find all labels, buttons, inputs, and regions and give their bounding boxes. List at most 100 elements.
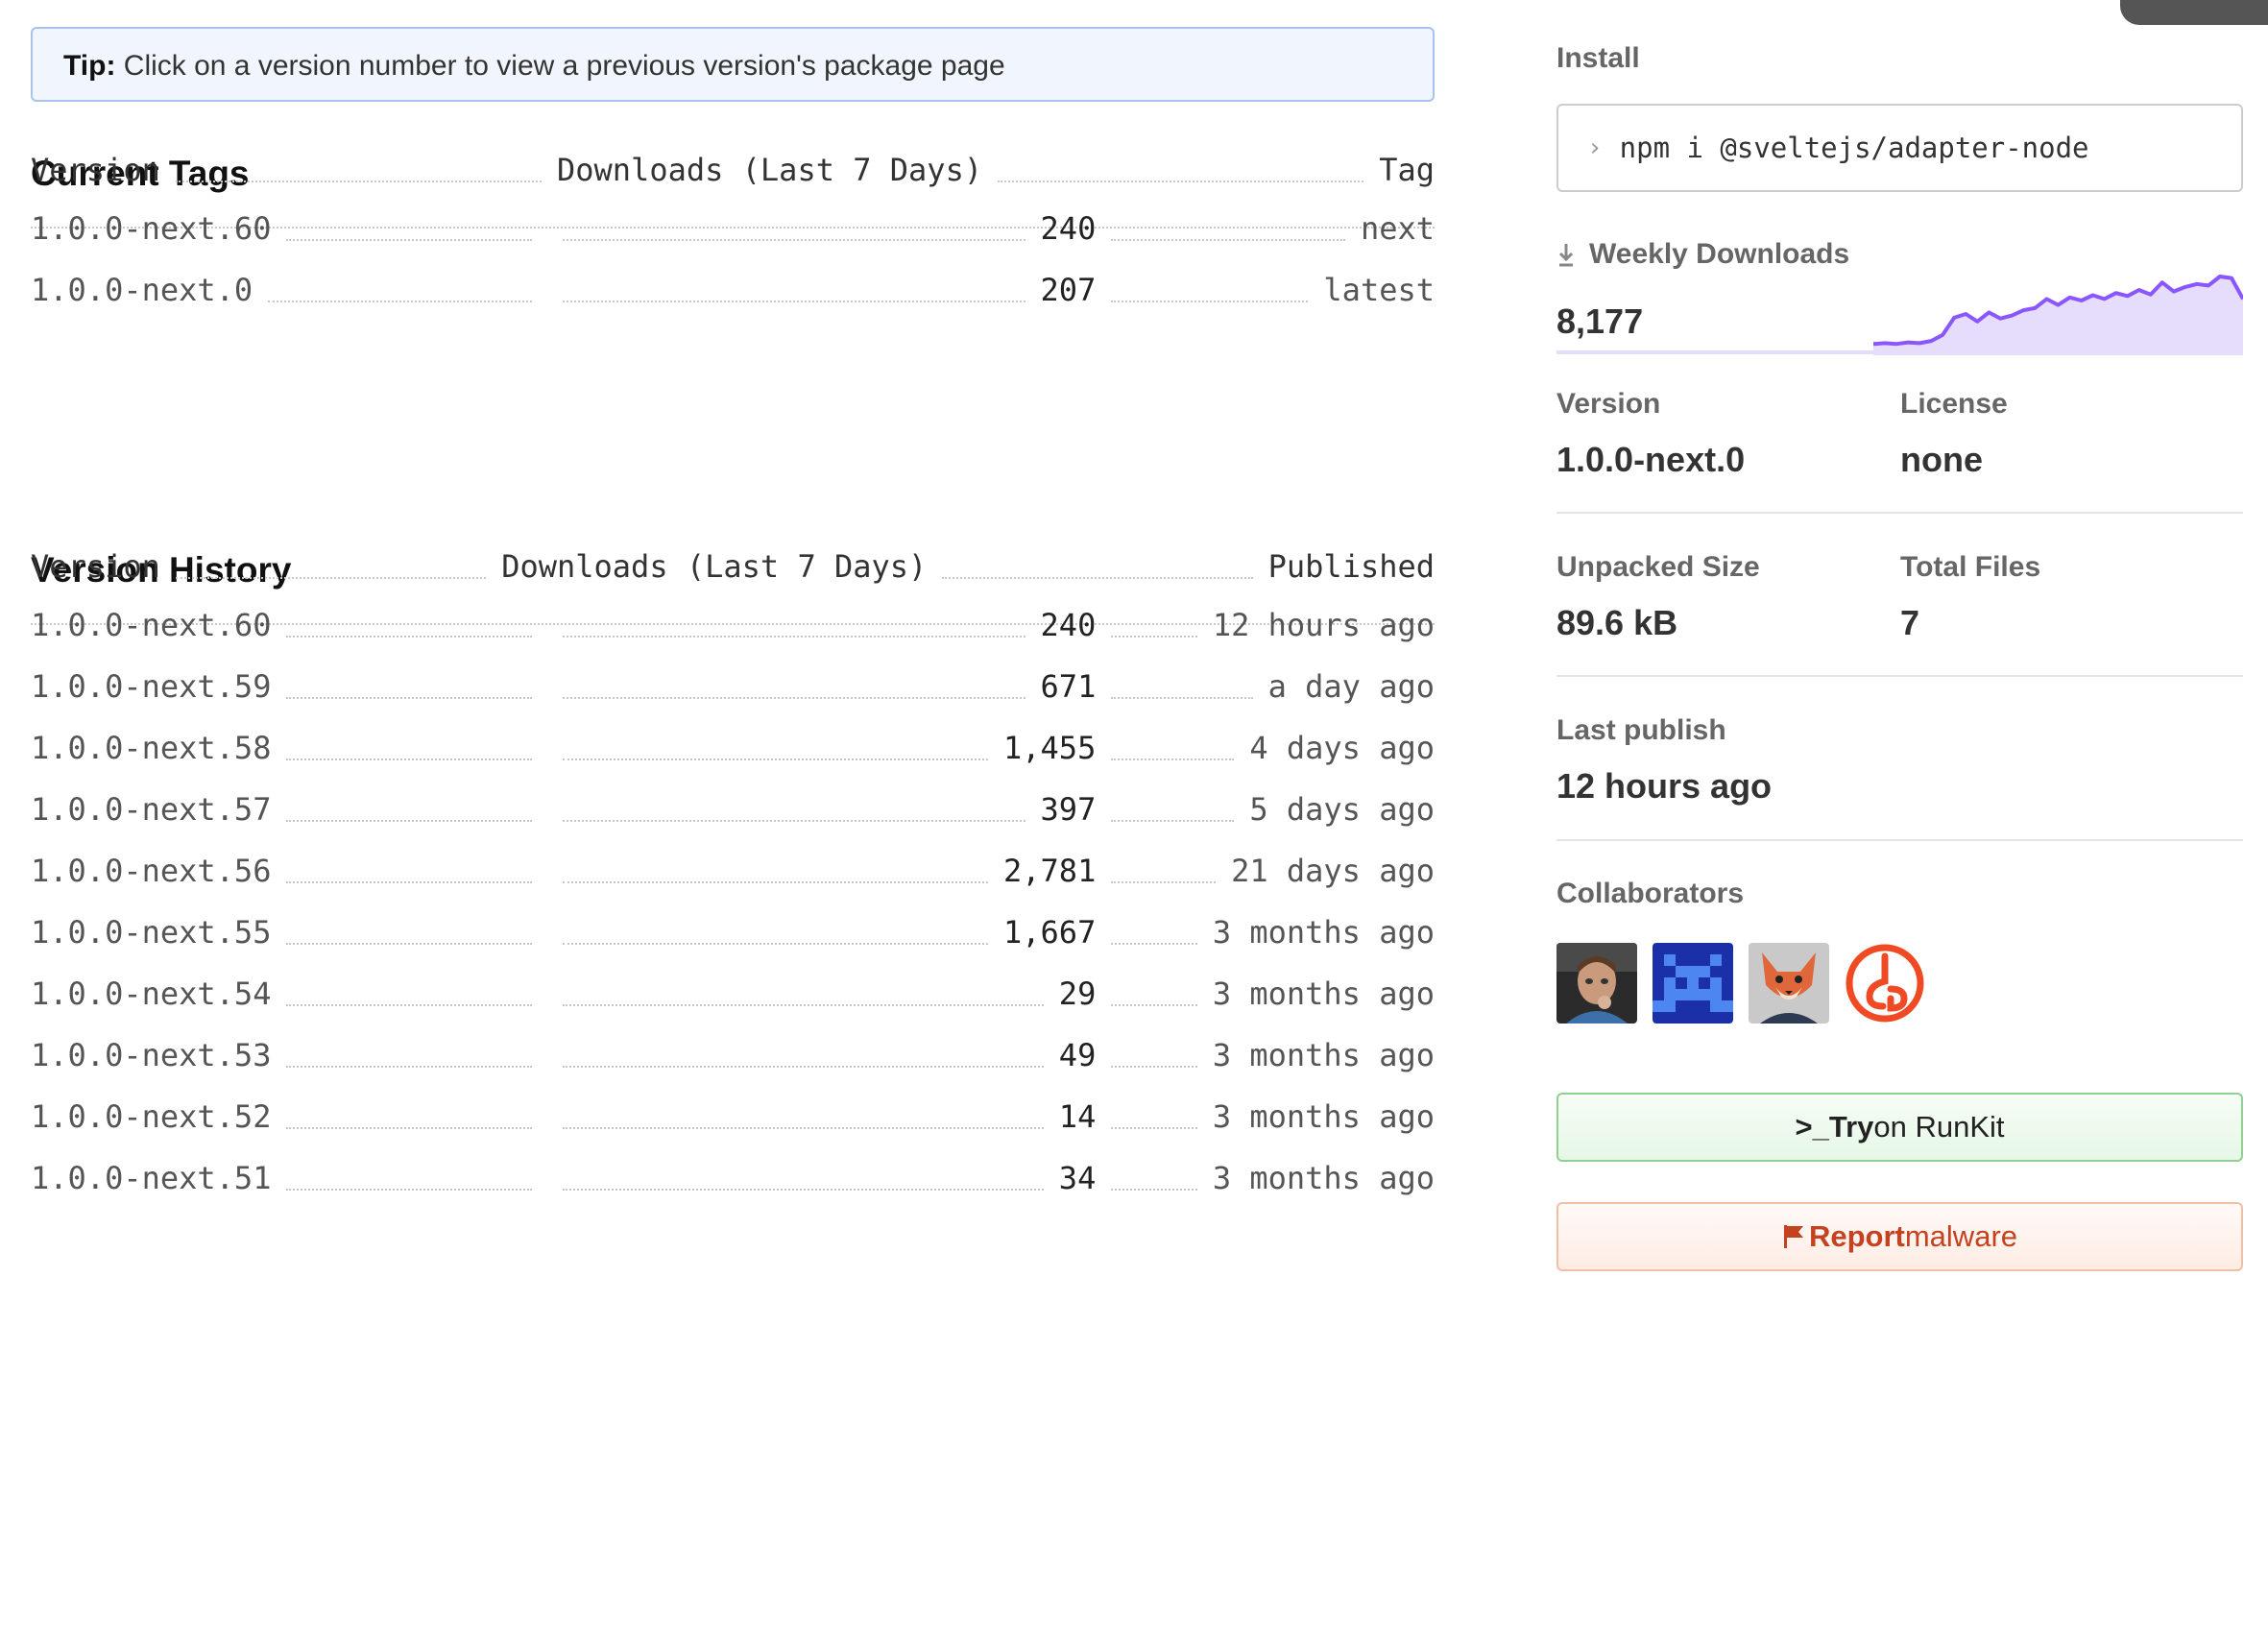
dotted-leader xyxy=(1111,1189,1197,1191)
downloads-count: 397 xyxy=(1040,791,1097,828)
weekly-downloads-value: 8,177 xyxy=(1556,301,1644,341)
weekly-downloads-label: Weekly Downloads xyxy=(1589,238,1850,270)
version-label: Version xyxy=(1556,388,1661,420)
dotted-leader xyxy=(563,301,1025,302)
dotted-leader xyxy=(563,820,1025,822)
dotted-leader xyxy=(563,239,1025,241)
last-publish-label: Last publish xyxy=(1556,714,1726,746)
collaborators-label: Collaborators xyxy=(1556,878,1745,909)
downloads-count: 29 xyxy=(1058,976,1097,1012)
tip-banner: Tip: Click on a version number to view a… xyxy=(31,27,1435,102)
total-files-label: Total Files xyxy=(1900,551,2041,583)
avatar-orange-symbol[interactable] xyxy=(1845,943,1925,1024)
avatar-photo-person[interactable] xyxy=(1556,943,1637,1024)
version-column-header: Version xyxy=(31,548,160,585)
dotted-leader xyxy=(998,181,1364,182)
dotted-leader xyxy=(286,1127,532,1129)
published-date: a day ago xyxy=(1267,668,1435,705)
dotted-leader xyxy=(563,759,988,760)
version-link[interactable]: 1.0.0-next.53 xyxy=(31,1037,271,1073)
dotted-leader xyxy=(1111,1066,1197,1068)
table-row: 1.0.0-next.56 2,781 21 days ago xyxy=(31,853,1435,889)
version-link[interactable]: 1.0.0-next.51 xyxy=(31,1160,271,1196)
version-link[interactable]: 1.0.0-next.55 xyxy=(31,914,271,951)
table-header-row: Version Downloads (Last 7 Days) Published xyxy=(31,548,1435,585)
published-column-header: Published xyxy=(1267,548,1436,585)
sidebar-divider-2 xyxy=(1556,675,2243,677)
version-link[interactable]: 1.0.0-next.52 xyxy=(31,1098,271,1135)
version-link[interactable]: 1.0.0-next.60 xyxy=(31,210,271,247)
version-link[interactable]: 1.0.0-next.0 xyxy=(31,272,253,308)
dotted-leader xyxy=(268,301,532,302)
dotted-leader xyxy=(286,1004,532,1006)
avatar-blue-pixel-invader[interactable] xyxy=(1653,943,1733,1024)
published-date: 21 days ago xyxy=(1231,853,1435,889)
table-row: 1.0.0-next.57 397 5 days ago xyxy=(31,791,1435,828)
dotted-leader xyxy=(286,1066,532,1068)
install-label: Install xyxy=(1556,42,1640,74)
avatar-fox-cartoon[interactable] xyxy=(1749,943,1829,1024)
dotted-leader xyxy=(286,1189,532,1191)
version-link[interactable]: 1.0.0-next.56 xyxy=(31,853,271,889)
install-command[interactable]: npm i @sveltejs/adapter-node xyxy=(1620,132,2089,164)
downloads-column-header: Downloads (Last 7 Days) xyxy=(556,152,983,188)
downloads-count: 34 xyxy=(1058,1160,1097,1196)
dotted-leader xyxy=(563,1066,1044,1068)
version-link[interactable]: 1.0.0-next.54 xyxy=(31,976,271,1012)
download-icon xyxy=(1558,244,1574,267)
published-date: 4 days ago xyxy=(1249,730,1435,766)
published-date: 3 months ago xyxy=(1212,914,1435,951)
dotted-leader xyxy=(286,943,532,945)
dotted-leader xyxy=(1111,697,1253,699)
flag-icon xyxy=(1783,1225,1803,1248)
unpacked-size-value: 89.6 kB xyxy=(1556,603,1678,642)
version-link[interactable]: 1.0.0-next.59 xyxy=(31,668,271,705)
report-strong-label: Report xyxy=(1808,1219,1905,1253)
table-row: 1.0.0-next.58 1,455 4 days ago xyxy=(31,730,1435,766)
version-link[interactable]: 1.0.0-next.57 xyxy=(31,791,271,828)
published-date: 5 days ago xyxy=(1249,791,1435,828)
weekly-downloads-sparkline xyxy=(1873,275,2243,355)
dotted-leader xyxy=(286,636,532,638)
dotted-leader xyxy=(286,759,532,760)
weekly-downloads-label-row: Weekly Downloads xyxy=(1556,238,1849,271)
chevron-right-icon: › xyxy=(1587,133,1603,162)
dotted-leader xyxy=(1111,1127,1197,1129)
sidebar-divider-1 xyxy=(1556,512,2243,514)
published-date: 3 months ago xyxy=(1212,1160,1435,1196)
dotted-leader xyxy=(286,697,532,699)
table-row: 1.0.0-next.59 671 a day ago xyxy=(31,668,1435,705)
dotted-leader xyxy=(286,239,532,241)
downloads-count: 240 xyxy=(1040,210,1097,247)
dotted-leader xyxy=(286,881,532,883)
runkit-rest-label: on RunKit xyxy=(1873,1110,2005,1144)
published-date: 3 months ago xyxy=(1212,976,1435,1012)
report-rest-label: malware xyxy=(1904,1219,2018,1253)
try-on-runkit-button[interactable]: >_ Try on RunKit xyxy=(1556,1093,2243,1162)
version-link[interactable]: 1.0.0-next.60 xyxy=(31,607,271,643)
table-row: 1.0.0-next.60 240 next xyxy=(31,210,1435,247)
dotted-leader xyxy=(563,636,1025,638)
dotted-leader xyxy=(1111,820,1235,822)
table-row: 1.0.0-next.0 207 latest xyxy=(31,272,1435,308)
license-value: none xyxy=(1900,440,1983,479)
report-malware-button[interactable]: Report malware xyxy=(1556,1202,2243,1271)
published-date: 12 hours ago xyxy=(1212,607,1435,643)
downloads-baseline xyxy=(1556,350,1873,354)
last-publish-value: 12 hours ago xyxy=(1556,766,1773,806)
table-header-row: Version Downloads (Last 7 Days) Tag xyxy=(31,152,1435,188)
dotted-leader xyxy=(563,1127,1044,1129)
tag-name: next xyxy=(1360,210,1435,247)
version-link[interactable]: 1.0.0-next.58 xyxy=(31,730,271,766)
dotted-leader xyxy=(1111,881,1217,883)
total-files-value: 7 xyxy=(1900,603,1920,642)
dotted-leader xyxy=(1111,239,1345,241)
install-command-box[interactable]: › npm i @sveltejs/adapter-node xyxy=(1556,104,2243,192)
tag-name: latest xyxy=(1323,272,1435,308)
downloads-count: 1,455 xyxy=(1003,730,1097,766)
license-label: License xyxy=(1900,388,2008,420)
sidebar-divider-3 xyxy=(1556,839,2243,841)
runkit-prompt-icon: >_ xyxy=(1795,1110,1829,1144)
table-row: 1.0.0-next.60 240 12 hours ago xyxy=(31,607,1435,643)
version-value: 1.0.0-next.0 xyxy=(1556,440,1746,479)
